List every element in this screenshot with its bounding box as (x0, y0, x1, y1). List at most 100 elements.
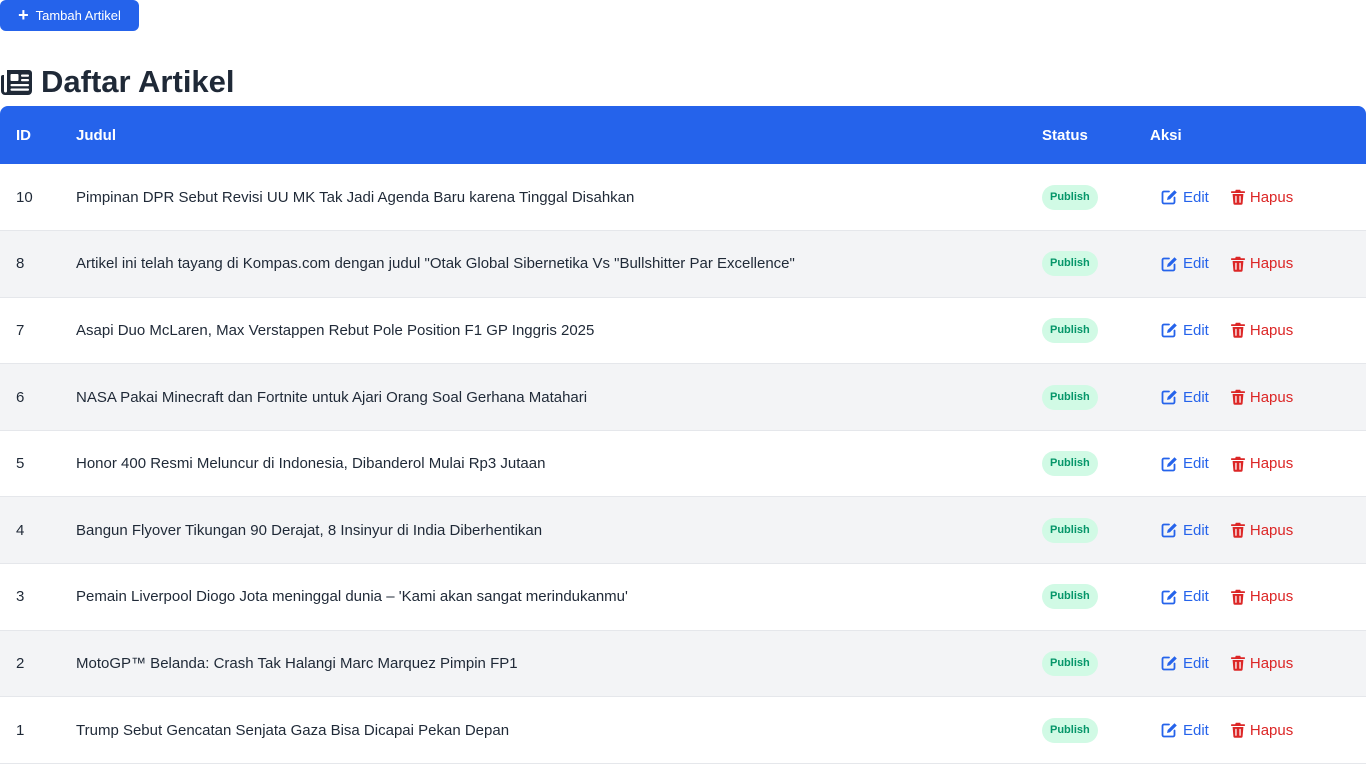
cell-id: 4 (16, 521, 25, 539)
header-title: Judul (76, 126, 116, 144)
edit-icon (1161, 322, 1178, 338)
cell-title: Artikel ini telah tayang di Kompas.com d… (76, 255, 795, 273)
status-badge: Publish (1042, 384, 1098, 410)
cell-actions: Edit Hapus (1150, 630, 1366, 697)
status-badge: Publish (1042, 251, 1098, 277)
cell-status: Publish (1042, 564, 1150, 631)
status-badge: Publish (1042, 717, 1098, 743)
cell-actions: Edit Hapus (1150, 297, 1366, 364)
delete-button[interactable]: Hapus (1230, 455, 1294, 473)
edit-label: Edit (1183, 654, 1209, 672)
edit-label: Edit (1183, 188, 1209, 206)
delete-label: Hapus (1249, 521, 1294, 539)
edit-icon (1161, 456, 1178, 472)
delete-button[interactable]: Hapus (1230, 255, 1293, 272)
status-badge: Publish (1042, 317, 1098, 343)
table-row: 3 Pemain Liverpool Diogo Jota meninggal … (0, 564, 1366, 631)
header-id: ID (16, 126, 31, 144)
delete-button[interactable]: Hapus (1230, 321, 1294, 339)
delete-button[interactable]: Hapus (1230, 188, 1294, 206)
edit-button[interactable]: Edit (1161, 588, 1209, 605)
cell-status: Publish (1042, 630, 1150, 697)
cell-id: 1 (16, 721, 25, 739)
delete-label: Hapus (1249, 321, 1294, 339)
cell-status: Publish (1042, 164, 1150, 231)
delete-label: Hapus (1249, 188, 1294, 206)
table-row: 8 Artikel ini telah tayang di Kompas.com… (0, 230, 1366, 298)
edit-icon (1161, 522, 1178, 538)
cell-title: Honor 400 Resmi Meluncur di Indonesia, D… (76, 455, 546, 473)
cell-id: 2 (16, 654, 25, 672)
cell-title: Trump Sebut Gencatan Senjata Gaza Bisa D… (76, 721, 510, 739)
edit-icon (1161, 722, 1178, 738)
status-badge: Publish (1042, 451, 1098, 477)
delete-label: Hapus (1249, 455, 1294, 473)
newspaper-icon (0, 68, 33, 96)
edit-label: Edit (1183, 521, 1209, 539)
edit-button[interactable]: Edit (1161, 722, 1209, 739)
add-article-label: Tambah Artikel (35, 8, 121, 23)
cell-id: 7 (16, 321, 25, 339)
cell-id: 3 (16, 588, 25, 606)
edit-button[interactable]: Edit (1161, 189, 1209, 206)
edit-label: Edit (1183, 388, 1209, 406)
trash-icon (1230, 189, 1245, 205)
cell-actions: Edit Hapus (1150, 364, 1366, 431)
edit-button[interactable]: Edit (1161, 255, 1209, 272)
edit-button[interactable]: Edit (1161, 655, 1209, 672)
plus-icon: + (18, 4, 29, 25)
delete-button[interactable]: Hapus (1230, 588, 1293, 605)
delete-label: Hapus (1249, 654, 1294, 672)
cell-actions: Edit Hapus (1150, 430, 1366, 497)
delete-button[interactable]: Hapus (1230, 388, 1294, 406)
cell-actions: Edit Hapus (1150, 497, 1366, 564)
edit-button[interactable]: Edit (1161, 322, 1209, 339)
trash-icon (1230, 522, 1245, 538)
status-badge: Publish (1042, 650, 1098, 676)
delete-button[interactable]: Hapus (1230, 721, 1294, 739)
trash-icon (1230, 722, 1245, 738)
cell-status: Publish (1042, 297, 1150, 364)
edit-label: Edit (1183, 255, 1209, 273)
status-badge: Publish (1042, 184, 1098, 210)
header-actions: Aksi (1150, 126, 1182, 144)
table-row: 1 Trump Sebut Gencatan Senjata Gaza Bisa… (0, 697, 1366, 764)
trash-icon (1230, 456, 1245, 472)
delete-button[interactable]: Hapus (1230, 521, 1294, 539)
articles-table: ID Judul Status Aksi 10 Pimpinan DPR Seb… (0, 106, 1366, 764)
cell-actions: Edit Hapus (1150, 231, 1366, 298)
cell-status: Publish (1042, 697, 1150, 764)
table-row: 10 Pimpinan DPR Sebut Revisi UU MK Tak J… (0, 164, 1366, 231)
delete-button[interactable]: Hapus (1230, 654, 1294, 672)
edit-icon (1161, 256, 1178, 272)
table-row: 2 MotoGP™ Belanda: Crash Tak Halangi Mar… (0, 630, 1366, 697)
edit-label: Edit (1183, 721, 1209, 739)
header-status: Status (1042, 126, 1088, 144)
delete-label: Hapus (1249, 388, 1294, 406)
edit-button[interactable]: Edit (1161, 389, 1209, 406)
cell-status: Publish (1042, 430, 1150, 497)
table-row: 7 Asapi Duo McLaren, Max Verstappen Rebu… (0, 297, 1366, 364)
trash-icon (1230, 322, 1245, 339)
trash-icon (1230, 655, 1245, 672)
cell-id: 5 (16, 455, 25, 473)
cell-status: Publish (1042, 497, 1150, 564)
delete-label: Hapus (1249, 721, 1294, 739)
table-header-row: ID Judul Status Aksi (0, 106, 1366, 164)
page-title-text: Daftar Artikel (41, 64, 235, 99)
cell-title: Asapi Duo McLaren, Max Verstappen Rebut … (76, 321, 595, 339)
page-title: Daftar Artikel (0, 62, 235, 102)
add-article-button[interactable]: + Tambah Artikel (0, 0, 139, 31)
edit-button[interactable]: Edit (1161, 522, 1209, 539)
cell-status: Publish (1042, 231, 1150, 298)
edit-button[interactable]: Edit (1161, 455, 1209, 472)
trash-icon (1230, 389, 1245, 405)
status-badge: Publish (1042, 517, 1098, 543)
cell-title: MotoGP™ Belanda: Crash Tak Halangi Marc … (76, 654, 518, 672)
cell-title: Pimpinan DPR Sebut Revisi UU MK Tak Jadi… (76, 188, 635, 206)
cell-title: Pemain Liverpool Diogo Jota meninggal du… (76, 588, 628, 606)
edit-icon (1161, 389, 1178, 405)
table-row: 5 Honor 400 Resmi Meluncur di Indonesia,… (0, 430, 1366, 497)
cell-actions: Edit Hapus (1150, 697, 1366, 764)
cell-id: 6 (16, 388, 25, 406)
